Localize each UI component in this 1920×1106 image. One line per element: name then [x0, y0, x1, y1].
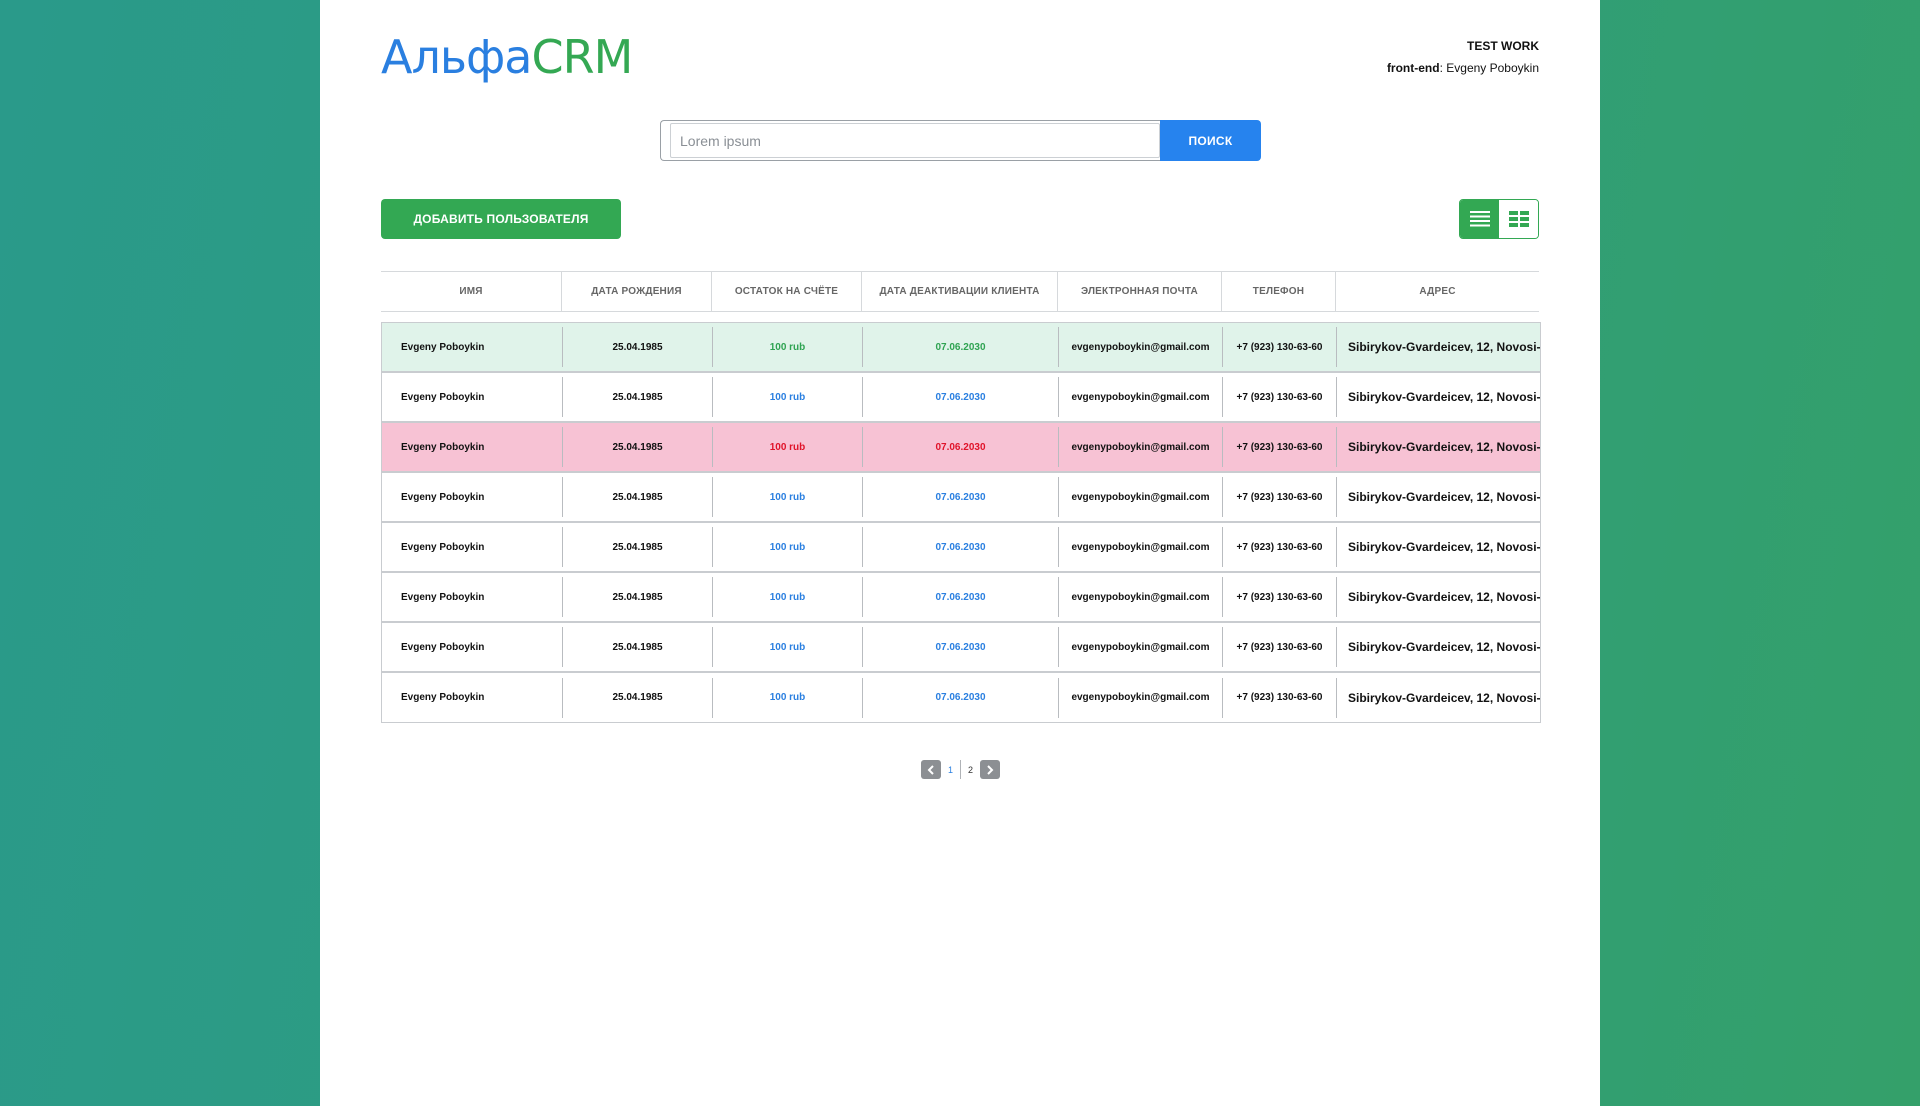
cell-email: evgenypoboykin@gmail.com: [1059, 527, 1223, 567]
cell-balance: 100 rub: [713, 677, 863, 718]
cell-address: Sibirykov-Gvardeicev, 12, Novosi-: [1348, 690, 1540, 705]
cell-phone: +7 (923) 130-63-60: [1223, 427, 1337, 467]
search-button[interactable]: ПОИСК: [1160, 120, 1261, 161]
cell-email: evgenypoboykin@gmail.com: [1059, 627, 1223, 667]
column-header-birth-date[interactable]: ДАТА РОЖДЕНИЯ: [562, 272, 712, 311]
cell-balance: 100 rub: [713, 627, 863, 667]
cell-address: Sibirykov-Gvardeicev, 12, Novosi-: [1348, 590, 1540, 604]
cell-phone: +7 (923) 130-63-60: [1223, 327, 1337, 367]
cell-birth-date: 25.04.1985: [563, 627, 713, 667]
table-body: Evgeny Poboykin 25.04.1985 100 rub 07.06.20…: [381, 322, 1541, 723]
credits-role: front-end: [1386, 61, 1440, 75]
column-header-deactivation-date[interactable]: ДАТА ДЕАКТИВАЦИИ КЛИЕНТА: [862, 272, 1058, 311]
cell-deactivation-date: 07.06.2030: [863, 377, 1059, 417]
cell-name: Evgeny Poboykin: [382, 427, 563, 467]
column-header-phone[interactable]: ТЕЛЕФОН: [1222, 272, 1336, 311]
cell-deactivation-date: 07.06.2030: [863, 577, 1059, 617]
search-input-wrapper: [660, 120, 1160, 161]
cell-email: evgenypoboykin@gmail.com: [1059, 377, 1223, 417]
cell-email: evgenypoboykin@gmail.com: [1059, 427, 1223, 467]
page: АльфаCRM TEST WORK front-end: Evgeny Pob…: [320, 0, 1600, 1106]
add-user-button[interactable]: ДОБАВИТЬ ПОЛЬЗОВАТЕЛЯ: [381, 199, 621, 239]
cell-email: evgenypoboykin@gmail.com: [1059, 477, 1223, 517]
cell-phone: +7 (923) 130-63-60: [1223, 477, 1337, 517]
cell-balance: 100 rub: [713, 327, 863, 367]
cell-deactivation-date: 07.06.2030: [863, 477, 1059, 517]
cell-birth-date: 25.04.1985: [563, 477, 713, 517]
table-row[interactable]: Evgeny Poboykin 25.04.1985 100 rub 07.06.20…: [382, 373, 1540, 423]
cell-balance: 100 rub: [713, 527, 863, 567]
cell-balance: 100 rub: [713, 377, 863, 417]
list-icon: [1469, 211, 1490, 227]
logo-part-1: Альфа: [381, 30, 532, 84]
cell-birth-date: 25.04.1985: [563, 677, 713, 718]
cell-deactivation-date: 07.06.2030: [863, 427, 1059, 467]
table-row[interactable]: Evgeny Poboykin 25.04.1985 100 rub 07.06.20…: [382, 473, 1540, 523]
table-row[interactable]: Evgeny Poboykin 25.04.1985 100 rub 07.06.20…: [382, 623, 1540, 673]
cell-email: evgenypoboykin@gmail.com: [1059, 677, 1223, 718]
cell-birth-date: 25.04.1985: [563, 327, 713, 367]
logo[interactable]: АльфаCRM: [381, 30, 634, 84]
table-row[interactable]: Evgeny Poboykin 25.04.1985 100 rub 07.06.20…: [382, 573, 1540, 623]
credits: TEST WORK front-end: Evgeny Poboykin: [1387, 35, 1539, 79]
cell-address: Sibirykov-Gvardeicev, 12, Novosi-: [1348, 490, 1540, 504]
table-header: ИМЯ ДАТА РОЖДЕНИЯ ОСТАТОК НА СЧЁТЕ ДАТА …: [381, 271, 1539, 312]
column-header-email[interactable]: ЭЛЕКТРОННАЯ ПОЧТА: [1058, 272, 1222, 311]
page-2[interactable]: 2: [961, 765, 980, 775]
cell-deactivation-date: 07.06.2030: [863, 327, 1059, 367]
cell-phone: +7 (923) 130-63-60: [1223, 527, 1337, 567]
prev-page-button[interactable]: [921, 760, 941, 779]
cell-name: Evgeny Poboykin: [382, 377, 563, 417]
cell-name: Evgeny Poboykin: [382, 677, 563, 718]
cell-phone: +7 (923) 130-63-60: [1223, 677, 1337, 718]
cell-name: Evgeny Poboykin: [382, 477, 563, 517]
cell-address: Sibirykov-Gvardeicev, 12, Novosi-: [1348, 340, 1540, 354]
cell-balance: 100 rub: [713, 427, 863, 467]
view-grid-button[interactable]: [1499, 200, 1538, 238]
chevron-right-icon: [987, 764, 994, 775]
cell-address: Sibirykov-Gvardeicev, 12, Novosi-: [1348, 390, 1540, 404]
cell-name: Evgeny Poboykin: [382, 327, 563, 367]
logo-part-2: CRM: [531, 30, 634, 84]
grid-icon: [1508, 211, 1529, 227]
table-row[interactable]: Evgeny Poboykin 25.04.1985 100 rub 07.06.20…: [382, 423, 1540, 473]
page-1[interactable]: 1: [941, 765, 960, 775]
column-header-address[interactable]: АДРЕС: [1336, 272, 1539, 311]
cell-birth-date: 25.04.1985: [563, 577, 713, 617]
cell-phone: +7 (923) 130-63-60: [1223, 577, 1337, 617]
cell-birth-date: 25.04.1985: [563, 527, 713, 567]
credits-title: TEST WORK: [1467, 39, 1539, 53]
column-header-balance[interactable]: ОСТАТОК НА СЧЁТЕ: [712, 272, 862, 311]
cell-email: evgenypoboykin@gmail.com: [1059, 327, 1223, 367]
pagination: 1 2: [921, 760, 1001, 779]
column-header-name[interactable]: ИМЯ: [381, 272, 562, 311]
cell-birth-date: 25.04.1985: [563, 427, 713, 467]
cell-name: Evgeny Poboykin: [382, 627, 563, 667]
cell-phone: +7 (923) 130-63-60: [1223, 627, 1337, 667]
cell-birth-date: 25.04.1985: [563, 377, 713, 417]
cell-name: Evgeny Poboykin: [382, 527, 563, 567]
cell-deactivation-date: 07.06.2030: [863, 627, 1059, 667]
cell-deactivation-date: 07.06.2030: [863, 677, 1059, 718]
search-bar: ПОИСК: [660, 120, 1261, 161]
cell-name: Evgeny Poboykin: [382, 577, 563, 617]
view-list-button[interactable]: [1460, 200, 1499, 238]
search-input[interactable]: [670, 123, 1160, 158]
cell-address: Sibirykov-Gvardeicev, 12, Novosi-: [1348, 440, 1540, 454]
chevron-left-icon: [927, 764, 934, 775]
table-row[interactable]: Evgeny Poboykin 25.04.1985 100 rub 07.06.20…: [382, 673, 1540, 722]
view-toggle: [1459, 199, 1539, 239]
cell-email: evgenypoboykin@gmail.com: [1059, 577, 1223, 617]
credits-author-line: front-end: Evgeny Poboykin: [1386, 61, 1539, 75]
table-row[interactable]: Evgeny Poboykin 25.04.1985 100 rub 07.06.20…: [382, 523, 1540, 573]
credits-author: Evgeny Poboykin: [1446, 61, 1539, 75]
cell-balance: 100 rub: [713, 477, 863, 517]
table-row[interactable]: Evgeny Poboykin 25.04.1985 100 rub 07.06.20…: [382, 323, 1540, 373]
cell-balance: 100 rub: [713, 577, 863, 617]
cell-deactivation-date: 07.06.2030: [863, 527, 1059, 567]
cell-address: Sibirykov-Gvardeicev, 12, Novosi-: [1348, 640, 1540, 654]
cell-phone: +7 (923) 130-63-60: [1223, 377, 1337, 417]
cell-address: Sibirykov-Gvardeicev, 12, Novosi-: [1348, 540, 1540, 554]
next-page-button[interactable]: [980, 760, 1001, 779]
